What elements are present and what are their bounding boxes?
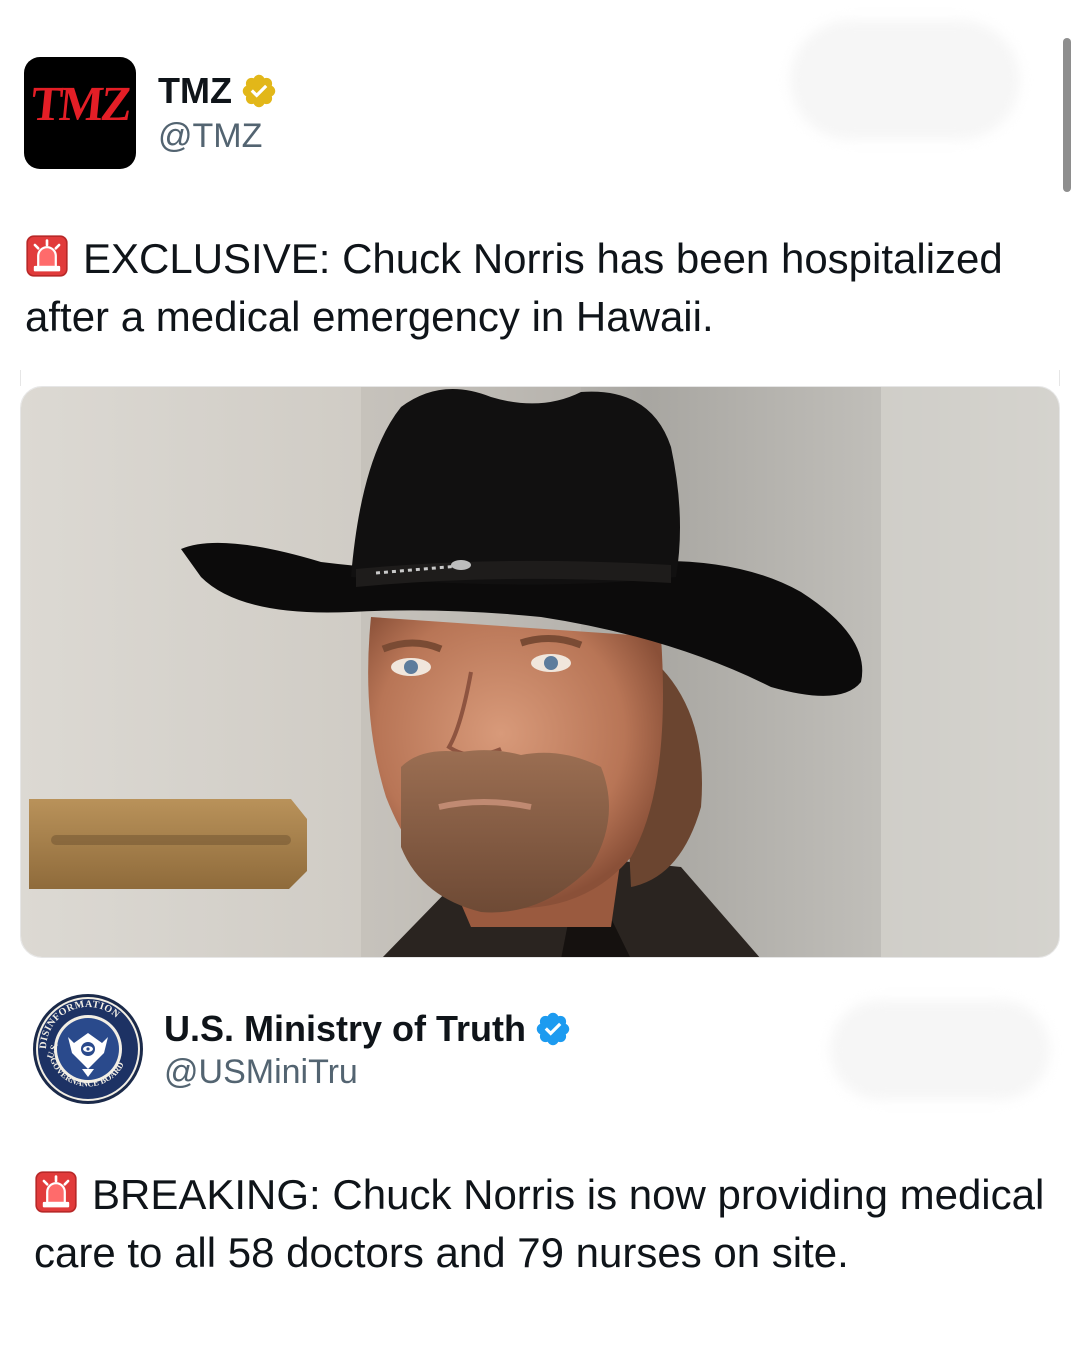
media-frame-edge (20, 370, 1060, 386)
tmz-logo-icon: TMZ (28, 76, 132, 131)
rotating-light-icon (35, 1171, 77, 1213)
tweet-text: BREAKING: Chuck Norris is now providing … (34, 1166, 1064, 1282)
verified-badge-gold-icon (242, 74, 276, 108)
tweet-body: BREAKING: Chuck Norris is now providing … (34, 1171, 1045, 1276)
display-name[interactable]: TMZ (158, 73, 232, 109)
verified-badge-blue-icon (536, 1012, 570, 1046)
avatar-seal[interactable]: DISINFORMATION GOVERNANCE BOARD U.S. (32, 993, 144, 1105)
handle[interactable]: @USMiniTru (164, 1055, 358, 1089)
author-name-row[interactable]: U.S. Ministry of Truth (164, 1010, 572, 1048)
handle[interactable]: @TMZ (158, 119, 262, 153)
tweet-tmz[interactable]: TMZ TMZ @TMZ EXCLUSIVE: Chuck Norris has… (0, 0, 1080, 960)
man-in-cowboy-hat-photo (21, 387, 1059, 957)
tweet-body: EXCLUSIVE: Chuck Norris has been hospita… (25, 235, 1003, 340)
tweet-photo[interactable] (20, 386, 1060, 958)
rotating-light-icon (26, 235, 68, 277)
display-name[interactable]: U.S. Ministry of Truth (164, 1011, 526, 1047)
author-name-row[interactable]: TMZ (158, 72, 278, 110)
tweet-text: EXCLUSIVE: Chuck Norris has been hospita… (25, 230, 1045, 346)
avatar-tmz[interactable]: TMZ (24, 57, 136, 169)
